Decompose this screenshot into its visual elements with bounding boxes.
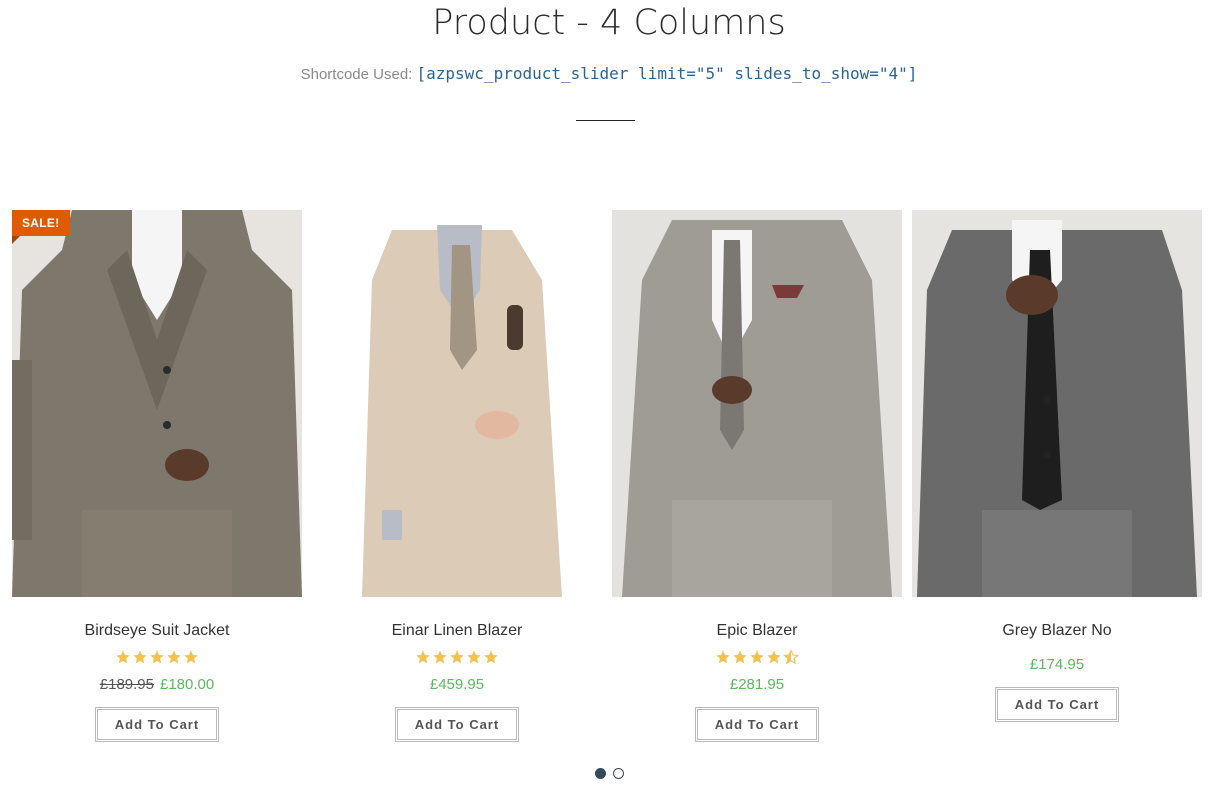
regular-price: £174.95 [1029,656,1085,673]
product-image[interactable] [312,210,602,597]
product-card: Einar Linen Blazer £459.95 Add To Cart [312,210,602,742]
add-to-cart-button[interactable]: Add To Cart [394,707,520,742]
add-to-cart-button[interactable]: Add To Cart [694,707,820,742]
product-name[interactable]: Einar Linen Blazer [312,621,602,641]
star-icon [150,650,164,664]
sale-badge: SALE! [12,210,70,244]
price: £459.95 [312,675,602,695]
star-icon [416,650,430,664]
shortcode-line: Shortcode Used: [azpswc_product_slider l… [0,62,1218,87]
title-divider [576,120,635,121]
star-icon [167,650,181,664]
star-icon [133,650,147,664]
product-image[interactable]: SALE! [12,210,302,597]
product-image[interactable] [612,210,902,597]
price: £174.95 [912,655,1202,675]
half-star-icon [783,649,799,665]
add-to-cart-button[interactable]: Add To Cart [994,687,1120,722]
page-title: Product - 4 Columns [432,3,786,43]
star-icon [750,650,764,664]
product-card: Grey Blazer No £174.95 Add To Cart [912,210,1202,722]
price: £281.95 [612,675,902,695]
pager-dot-1[interactable] [594,768,606,779]
star-rating [612,649,902,667]
product-name[interactable]: Grey Blazer No [912,621,1202,641]
star-icon [733,650,747,664]
star-icon [450,650,464,664]
star-icon [467,650,481,664]
star-icon [716,650,730,664]
star-icon [184,650,198,664]
star-rating [12,649,302,667]
slider-pagination [0,768,1218,779]
shortcode-label: Shortcode Used: [300,66,413,83]
price: £189.95 £180.00 [12,675,302,695]
star-icon [433,650,447,664]
product-card: SALE! Birdseye Suit Jacket £189.95 £180.0… [12,210,302,742]
old-price: £189.95 [99,676,154,693]
star-icon [767,650,781,664]
product-image[interactable] [912,210,1202,597]
product-name[interactable]: Birdseye Suit Jacket [12,621,302,641]
regular-price: £459.95 [429,676,485,693]
sale-price: £180.00 [160,676,215,693]
product-name[interactable]: Epic Blazer [612,621,902,641]
regular-price: £281.95 [729,676,785,693]
pager-dot-2[interactable] [612,768,624,779]
star-icon [484,650,498,664]
star-rating [312,649,602,667]
add-to-cart-button[interactable]: Add To Cart [94,707,220,742]
product-card: Epic Blazer £281.95 Add To Cart [612,210,902,742]
shortcode-code: [azpswc_product_slider limit="5" slides_… [416,64,918,83]
star-icon [116,650,130,664]
